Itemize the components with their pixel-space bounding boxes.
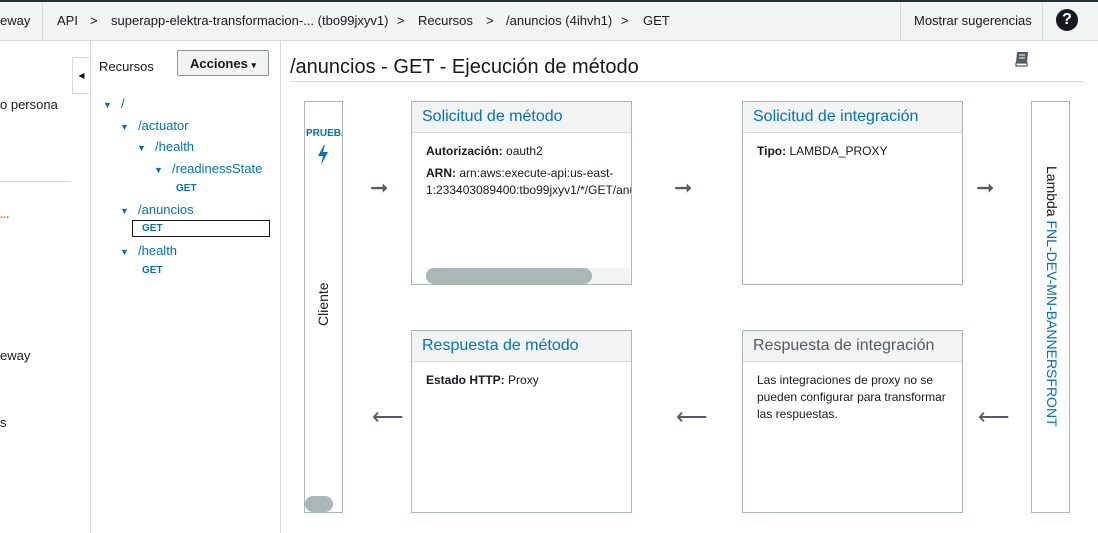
breadcrumb-separator: >: [621, 13, 629, 28]
resources-label: Recursos: [99, 59, 154, 74]
left-nav-sidebar: o persona ... eway s: [0, 41, 91, 533]
integration-request-title[interactable]: Solicitud de integración: [743, 102, 962, 133]
breadcrumb-recursos[interactable]: Recursos: [418, 13, 473, 28]
integration-response-title: Respuesta de integración: [743, 331, 962, 362]
expand-triangle-icon[interactable]: ▼: [120, 206, 129, 216]
method-request-box: Solicitud de método Autorización: oauth2…: [411, 101, 632, 285]
expand-triangle-icon[interactable]: ▼: [120, 122, 129, 132]
breadcrumb-api-name[interactable]: superapp-elektra-transformacion-... (tbo…: [111, 13, 388, 28]
arn-key: ARN:: [426, 166, 456, 180]
lambda-function-link[interactable]: FNL-DEV-MN-BANNERSFRONT: [1044, 220, 1060, 426]
integration-request-box: Solicitud de integración Tipo: LAMBDA_PR…: [742, 101, 963, 285]
breadcrumb-bar: eway API > superapp-elektra-transformaci…: [0, 2, 1098, 41]
page-title: /anuncios - GET - Ejecución de método: [290, 56, 639, 78]
lightning-icon[interactable]: [317, 145, 329, 165]
tree-item-health[interactable]: /health: [138, 243, 177, 258]
expand-triangle-icon[interactable]: ▼: [154, 165, 163, 175]
breadcrumb-separator: >: [486, 13, 494, 28]
tree-item-root[interactable]: /: [121, 96, 125, 111]
lambda-label: Lambda FNL-DEV-MN-BANNERSFRONT: [1044, 166, 1060, 427]
divider: [42, 2, 43, 40]
expand-triangle-icon[interactable]: ▼: [137, 143, 146, 153]
auth-value: oauth2: [506, 144, 543, 158]
divider: [900, 2, 901, 40]
horizontal-scrollbar[interactable]: [426, 268, 630, 284]
test-link[interactable]: PRUEBA: [306, 128, 342, 139]
method-response-title[interactable]: Respuesta de método: [412, 331, 631, 362]
divider: [290, 81, 1084, 82]
breadcrumb-method: GET: [643, 13, 670, 28]
expand-triangle-icon[interactable]: ▼: [120, 247, 129, 257]
tree-item-health[interactable]: /health: [155, 139, 194, 154]
scrollbar-thumb[interactable]: [426, 268, 592, 284]
method-request-title[interactable]: Solicitud de método: [412, 102, 631, 133]
breadcrumb-separator: >: [90, 13, 98, 28]
scrollbar-thumb[interactable]: [305, 496, 333, 512]
lambda-prefix: Lambda: [1044, 166, 1060, 217]
auth-key: Autorización:: [426, 144, 503, 158]
tree-method-get-selected[interactable]: GET: [142, 223, 163, 234]
client-column: PRUEBA Cliente: [304, 101, 343, 513]
type-value: LAMBDA_PROXY: [789, 144, 888, 158]
left-nav-item[interactable]: s: [0, 415, 7, 430]
integration-request-body: Tipo: LAMBDA_PROXY: [743, 133, 962, 170]
client-label: Cliente: [315, 282, 331, 326]
divider: [1042, 2, 1043, 40]
actions-dropdown-button[interactable]: Acciones ▾: [177, 50, 269, 76]
left-nav-item[interactable]: o persona: [0, 97, 58, 112]
method-response-body: Estado HTTP: Proxy: [412, 362, 631, 399]
lambda-column: Lambda FNL-DEV-MN-BANNERSFRONT: [1031, 101, 1070, 513]
method-request-body: Autorización: oauth2 ARN: arn:aws:execut…: [412, 133, 631, 209]
arrow-right-icon: ➞: [674, 175, 693, 200]
arrow-left-icon: ⟵: [978, 404, 1010, 429]
arrow-right-icon: ➞: [976, 175, 995, 200]
tree-item-readinessstate[interactable]: /readinessState: [172, 161, 262, 176]
type-key: Tipo:: [757, 144, 787, 158]
show-suggestions-link[interactable]: Mostrar sugerencias: [914, 13, 1032, 28]
breadcrumb-separator: >: [397, 13, 405, 28]
left-nav-item[interactable]: ...: [0, 209, 9, 221]
chevron-down-icon: ▾: [251, 60, 256, 70]
arn-line2: 1:233403089400:tbo99jxyv1/*/GET/anuncios: [426, 183, 631, 197]
status-key: Estado HTTP:: [426, 373, 505, 387]
breadcrumb-gateway[interactable]: eway: [0, 13, 30, 28]
resources-panel: Recursos Acciones ▾ ▼ / ▼ /actuator ▼ /h…: [90, 41, 281, 533]
tree-method-get[interactable]: GET: [142, 265, 163, 276]
breadcrumb-api[interactable]: API: [57, 13, 78, 28]
breadcrumb-resource[interactable]: /anuncios (4ihvh1): [506, 13, 612, 28]
method-response-box: Respuesta de método Estado HTTP: Proxy: [411, 330, 632, 513]
status-value: Proxy: [508, 373, 539, 387]
arrow-left-icon: ⟵: [676, 404, 708, 429]
documentation-book-icon[interactable]: [1013, 50, 1031, 68]
actions-label: Acciones: [190, 56, 248, 71]
expand-triangle-icon[interactable]: ▼: [103, 100, 112, 110]
tree-method-get[interactable]: GET: [176, 183, 197, 194]
divider: [0, 181, 71, 182]
integration-response-text: Las integraciones de proxy no se pueden …: [757, 373, 946, 421]
arrow-left-icon: ⟵: [372, 404, 404, 429]
help-icon[interactable]: ?: [1056, 9, 1078, 31]
arrow-right-icon: ➞: [370, 175, 389, 200]
integration-response-box: Respuesta de integración Las integracion…: [742, 330, 963, 513]
collapse-panel-button[interactable]: ◀: [72, 57, 90, 94]
left-nav-item[interactable]: eway: [0, 348, 30, 363]
tree-item-actuator[interactable]: /actuator: [138, 118, 189, 133]
tree-item-anuncios[interactable]: /anuncios: [138, 202, 194, 217]
arn-line1: arn:aws:execute-api:us-east-: [459, 166, 614, 180]
